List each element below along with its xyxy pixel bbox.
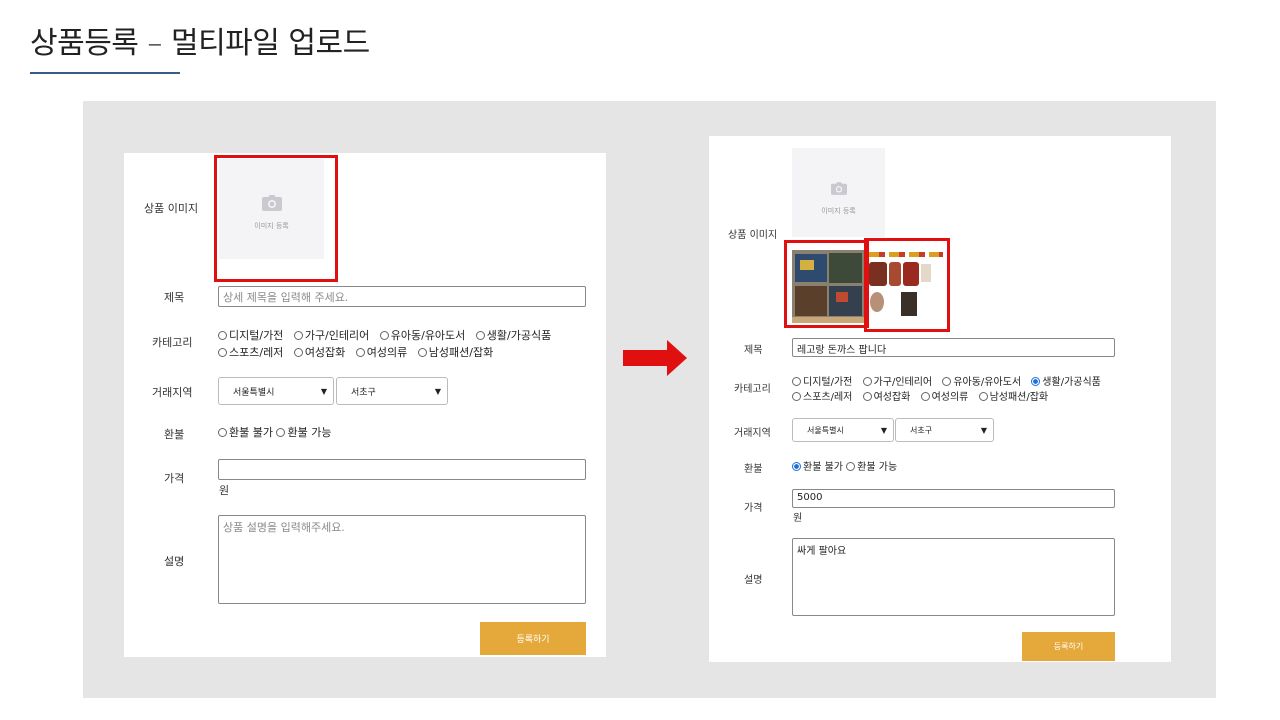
- chevron-down-icon: ▼: [434, 386, 441, 396]
- camera-icon: [830, 182, 847, 195]
- category-option[interactable]: 여성잡화: [293, 346, 345, 359]
- category-option[interactable]: 스포츠/레저: [218, 346, 283, 359]
- title-input[interactable]: 상세 제목을 입력해 주세요.: [218, 286, 586, 307]
- chevron-down-icon: ▼: [320, 386, 327, 396]
- slide-title: 상품등록 – 멀티파일 업로드: [30, 26, 370, 61]
- refund-option-no[interactable]: 환불 불가: [792, 461, 843, 473]
- title-input[interactable]: 레고랑 돈까스 팝니다: [792, 338, 1115, 357]
- image-label: 상품 이미지: [728, 230, 778, 241]
- description-textarea[interactable]: 상품 설명을 입력해주세요.: [218, 515, 586, 604]
- arrow-right-icon: [623, 340, 687, 376]
- district-select[interactable]: 서초구 ▼: [895, 418, 994, 442]
- image-upload-caption: 이미지 등록: [821, 207, 856, 215]
- submit-button[interactable]: 등록하기: [480, 622, 586, 655]
- category-option[interactable]: 여성의류: [920, 391, 968, 403]
- description-label: 설명: [164, 555, 185, 568]
- title-input-placeholder: 상세 제목을 입력해 주세요.: [223, 291, 349, 304]
- description-placeholder: 상품 설명을 입력해주세요.: [223, 521, 345, 534]
- description-label: 설명: [744, 575, 763, 586]
- category-option[interactable]: 유아동/유아도서: [379, 329, 465, 342]
- price-input[interactable]: 5000: [792, 489, 1115, 508]
- uploaded-image-highlight-box: [784, 240, 869, 328]
- district-select[interactable]: 서초구 ▼: [336, 377, 448, 405]
- refund-label: 환불: [164, 428, 185, 441]
- region-label: 거래지역: [734, 428, 771, 439]
- description-textarea[interactable]: 싸게 팔아요: [792, 538, 1115, 616]
- refund-options: 환불 불가 환불 가능: [792, 458, 897, 473]
- category-label: 카테고리: [734, 384, 771, 395]
- product-form-after: 이미지 등록 상품 이미지 제목 레고랑 돈까스 팝니다 카테고리 디지털/가전…: [709, 136, 1171, 662]
- category-options-row1: 디지털/가전 가구/인테리어 유아동/유아도서 생활/가공식품: [792, 373, 1108, 388]
- category-options-row1: 디지털/가전 가구/인테리어 유아동/유아도서 생활/가공식품: [218, 327, 558, 343]
- city-select[interactable]: 서울특별시 ▼: [218, 377, 334, 405]
- title-label: 제목: [744, 345, 763, 356]
- category-option[interactable]: 가구/인테리어: [293, 329, 369, 342]
- price-unit: 원: [793, 513, 803, 524]
- chevron-down-icon: ▼: [980, 425, 987, 435]
- price-input[interactable]: [218, 459, 586, 480]
- category-options-row2: 스포츠/레저 여성잡화 여성의류 남성패션/잡화: [218, 344, 500, 360]
- refund-options: 환불 불가 환불 가능: [218, 424, 331, 440]
- image-highlight-box: [214, 155, 338, 282]
- refund-option-no[interactable]: 환불 불가: [218, 426, 273, 439]
- category-option[interactable]: 유아동/유아도서: [942, 376, 1021, 388]
- category-option[interactable]: 여성의류: [355, 346, 407, 359]
- title-label: 제목: [164, 291, 185, 304]
- category-option[interactable]: 남성패션/잡화: [978, 391, 1048, 403]
- category-options-row2: 스포츠/레저 여성잡화 여성의류 남성패션/잡화: [792, 388, 1055, 403]
- category-option[interactable]: 가구/인테리어: [862, 376, 932, 388]
- chevron-down-icon: ▼: [880, 425, 887, 435]
- region-label: 거래지역: [152, 386, 193, 399]
- refund-option-yes[interactable]: 환불 가능: [846, 461, 897, 473]
- image-label: 상품 이미지: [144, 202, 199, 215]
- category-option[interactable]: 여성잡화: [862, 391, 910, 403]
- category-label: 카테고리: [152, 336, 193, 349]
- category-option[interactable]: 디지털/가전: [792, 376, 852, 388]
- refund-label: 환불: [744, 464, 763, 475]
- refund-option-yes[interactable]: 환불 가능: [276, 426, 331, 439]
- product-form-before: 상품 이미지 이미지 등록 제목 상세 제목을 입력해 주세요. 카테고리 디지…: [124, 153, 606, 657]
- title-underline: [30, 72, 180, 74]
- city-select[interactable]: 서울특별시 ▼: [792, 418, 894, 442]
- category-option[interactable]: 남성패션/잡화: [417, 346, 493, 359]
- price-label: 가격: [164, 472, 185, 485]
- category-option-selected[interactable]: 생활/가공식품: [1031, 376, 1101, 388]
- category-option[interactable]: 생활/가공식품: [475, 329, 551, 342]
- category-option[interactable]: 디지털/가전: [218, 329, 283, 342]
- uploaded-image-highlight-box: [864, 238, 950, 332]
- submit-button[interactable]: 등록하기: [1022, 632, 1115, 661]
- category-option[interactable]: 스포츠/레저: [792, 391, 852, 403]
- price-unit: 원: [219, 484, 230, 497]
- image-upload-placeholder[interactable]: 이미지 등록: [792, 148, 885, 237]
- price-label: 가격: [744, 503, 763, 514]
